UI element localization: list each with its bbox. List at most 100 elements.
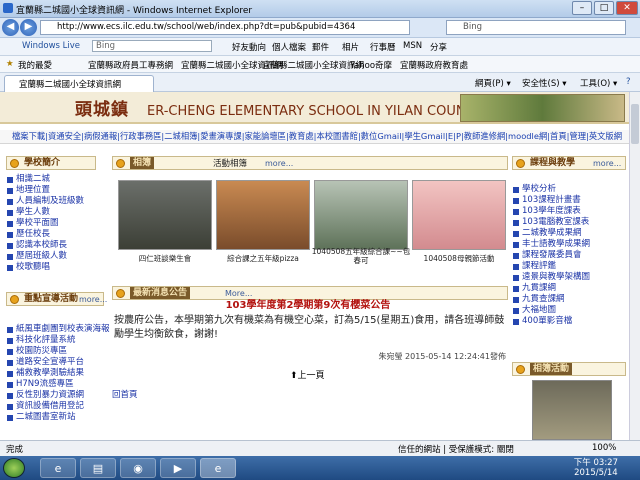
- section-title: 相簿: [130, 157, 155, 169]
- list-item[interactable]: 紙風車劇團到校表演海報: [6, 324, 110, 335]
- scroll-thumb[interactable]: [631, 104, 639, 144]
- url-input[interactable]: http://www.ecs.ilc.edu.tw/school/web/ind…: [40, 20, 410, 35]
- album-photo[interactable]: [216, 180, 310, 250]
- bullet-icon: [10, 159, 19, 168]
- bullet-icon: [116, 159, 125, 168]
- favorites-label[interactable]: 我的最愛: [18, 59, 52, 71]
- section-school-intro: 學校簡介: [6, 156, 96, 170]
- home-link[interactable]: 回首頁: [112, 388, 138, 400]
- forward-button[interactable]: ▶: [20, 19, 37, 36]
- favorite-link[interactable]: 宜蘭縣政府教育處: [400, 59, 468, 71]
- list-item[interactable]: 二城教學成果網: [512, 228, 626, 239]
- tab-current[interactable]: 宜蘭縣二城國小全球資訊網: [4, 75, 154, 92]
- zoom-level[interactable]: 100%: [592, 443, 616, 453]
- album-photo[interactable]: [314, 180, 408, 250]
- toolbar-item[interactable]: 郵件: [312, 41, 329, 53]
- toolbar-item[interactable]: 分享: [430, 41, 447, 53]
- section-promotion: 重點宣導活動 more...: [6, 292, 107, 306]
- list-item[interactable]: 歷屆班級人數: [6, 251, 104, 262]
- prev-page-link[interactable]: ⬆上一頁: [290, 368, 325, 381]
- list-item[interactable]: 資訊設備借用登記: [6, 401, 104, 412]
- more-link[interactable]: more...: [265, 158, 293, 170]
- list-item[interactable]: 103課程計畫書: [512, 195, 626, 206]
- section-title: 課程與教學: [530, 158, 576, 168]
- photo-caption: 四仁班談樂生會: [138, 254, 192, 263]
- favorite-link[interactable]: Yahoo奇摩: [350, 59, 392, 71]
- list-item[interactable]: 丰士語教學成果網: [512, 239, 626, 250]
- address-bar: ◀ ▶ http://www.ecs.ilc.edu.tw/school/web…: [0, 18, 640, 38]
- chrome-taskbar-icon[interactable]: ◉: [120, 458, 156, 478]
- back-button[interactable]: ◀: [2, 19, 19, 36]
- list-item[interactable]: 103學年度課表: [512, 206, 626, 217]
- safety-menu[interactable]: 安全性(S) ▾: [522, 77, 567, 89]
- search-input[interactable]: Bing: [446, 20, 626, 35]
- list-item[interactable]: 地理位置: [6, 185, 104, 196]
- toolbar-item[interactable]: 相片: [342, 41, 359, 53]
- tools-menu[interactable]: 工具(O) ▾: [580, 77, 617, 89]
- media-taskbar-icon[interactable]: ▶: [160, 458, 196, 478]
- album-subtitle: 活動相簿: [213, 159, 248, 169]
- windows-live-link[interactable]: Windows Live: [22, 41, 80, 51]
- toolbar-item[interactable]: 好友動向: [232, 41, 266, 53]
- list-item[interactable]: 道路安全宣導平台: [6, 357, 104, 368]
- list-item[interactable]: 認識本校師長: [6, 240, 104, 251]
- clock-date: 2015/5/14: [574, 468, 618, 478]
- ie-taskbar-icon[interactable]: e: [40, 458, 76, 478]
- list-item[interactable]: 歷任校長: [6, 229, 104, 240]
- right-album-photo[interactable]: [532, 380, 612, 440]
- favorite-link[interactable]: 宜蘭縣二城國小全球資訊網: [262, 59, 364, 71]
- taskbar: e ▤ ◉ ▶ e 下午 03:27 2015/5/14: [0, 456, 640, 480]
- list-item[interactable]: 學生人數: [6, 207, 104, 218]
- section-title: 相簿活動: [530, 363, 573, 375]
- system-clock[interactable]: 下午 03:27 2015/5/14: [574, 458, 618, 478]
- status-bar: 完成 信任的網站 | 受保護模式: 關閉 100%: [0, 440, 640, 456]
- list-item[interactable]: 103電腦教室課表: [512, 217, 626, 228]
- toolbar-item[interactable]: MSN: [403, 41, 422, 51]
- favorite-link[interactable]: 宜蘭縣政府員工專務網: [88, 59, 173, 71]
- list-item[interactable]: 相識二城: [6, 174, 104, 185]
- list-item[interactable]: 課程評鑑: [512, 261, 626, 272]
- section-curriculum: 課程與教學 more...: [512, 156, 626, 170]
- list-item[interactable]: 校園防災專區: [6, 346, 104, 357]
- star-icon[interactable]: ★: [6, 59, 14, 69]
- start-button[interactable]: [3, 458, 25, 478]
- nav-link-bar[interactable]: 檔案下載|資通安全|病假通報|行政事務區|二城相簿|愛畫演專課|家能論壇區|教育…: [0, 130, 629, 144]
- album-photo[interactable]: [118, 180, 212, 250]
- list-item[interactable]: 400單影音檔: [512, 316, 626, 327]
- ie-window-taskbar-button[interactable]: e: [200, 458, 236, 478]
- tab-bar: 宜蘭縣二城國小全球資訊網 網頁(P) ▾ 安全性(S) ▾ 工具(O) ▾ ?: [0, 73, 640, 92]
- vertical-scrollbar[interactable]: [629, 92, 640, 440]
- banner-photo: [460, 94, 625, 122]
- window-title: 宜蘭縣二城國小全球資訊網 - Windows Internet Explorer: [16, 6, 253, 16]
- list-item[interactable]: 九貫查課網: [512, 294, 626, 305]
- section-album: 相簿 活動相簿 more...: [112, 156, 508, 170]
- more-link[interactable]: more...: [593, 158, 621, 170]
- list-item[interactable]: 反性別暴力資源網: [6, 390, 104, 401]
- maximize-button[interactable]: □: [594, 1, 614, 15]
- list-item[interactable]: H7N9流感專區: [6, 379, 104, 390]
- list-item[interactable]: 校歌聽唱: [6, 262, 104, 273]
- more-link[interactable]: more...: [79, 294, 107, 306]
- minimize-button[interactable]: –: [572, 1, 592, 15]
- promotion-list: 紙風車劇團到校表演海報 科技化評量系統 校園防災專區 道路安全宣導平台 補救教學…: [6, 324, 110, 423]
- list-item[interactable]: 學校平面圖: [6, 218, 104, 229]
- toolbar-item[interactable]: 行事曆: [370, 41, 396, 53]
- help-icon[interactable]: ?: [626, 77, 631, 87]
- live-toolbar: Windows Live Bing 好友動向 個人檔案 郵件 相片 行事曆 MS…: [0, 38, 640, 56]
- list-item[interactable]: 科技化評量系統: [6, 335, 104, 346]
- album-photo[interactable]: [412, 180, 506, 250]
- bing-search-input[interactable]: Bing: [92, 40, 212, 52]
- page-menu[interactable]: 網頁(P) ▾: [475, 77, 511, 89]
- close-button[interactable]: ✕: [616, 1, 638, 15]
- folder-taskbar-icon[interactable]: ▤: [80, 458, 116, 478]
- list-item[interactable]: 補救教學測驗結果: [6, 368, 104, 379]
- list-item[interactable]: 人員編制及班級數: [6, 196, 104, 207]
- list-item[interactable]: 課程發展委員會: [512, 250, 626, 261]
- list-item[interactable]: 二城圖書室新站: [6, 412, 104, 423]
- list-item[interactable]: 學校分析: [512, 184, 626, 195]
- list-item[interactable]: 遠景與教學架構圖: [512, 272, 626, 283]
- toolbar-item[interactable]: 個人檔案: [272, 41, 306, 53]
- list-item[interactable]: 大福地圖: [512, 305, 626, 316]
- photo-strip: 四仁班談樂生會 綜合課之五年級pizza 1040508五年級綜合課~~包春可 …: [112, 176, 512, 276]
- list-item[interactable]: 九貫課綱: [512, 283, 626, 294]
